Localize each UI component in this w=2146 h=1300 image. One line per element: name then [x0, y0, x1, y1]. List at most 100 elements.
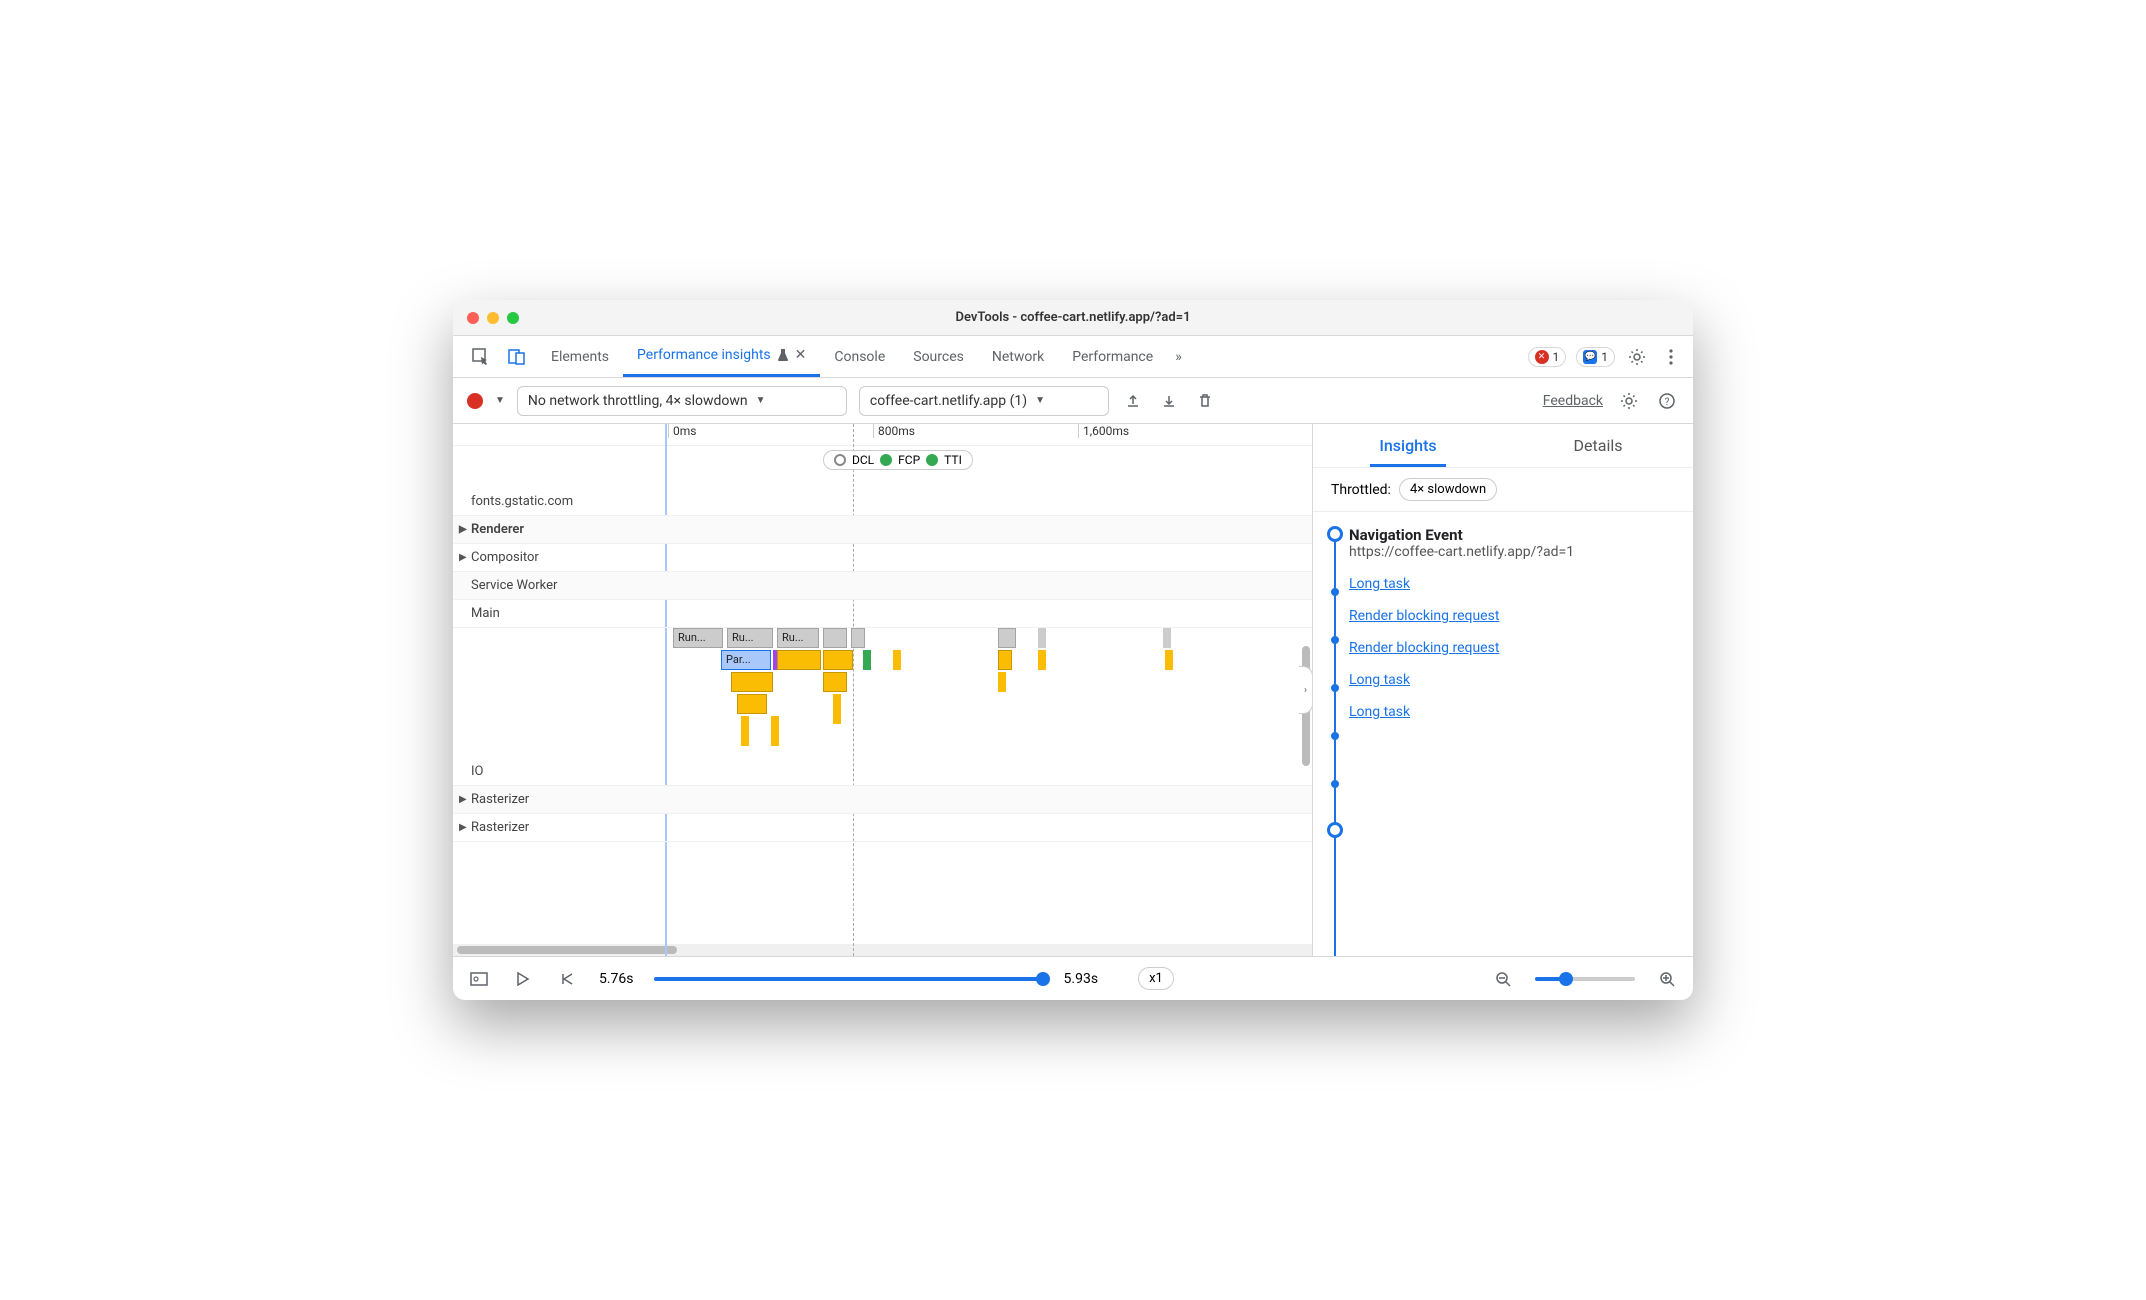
horizontal-scrollbar[interactable]: [453, 944, 1312, 956]
throttled-label: Throttled:: [1331, 482, 1391, 498]
time-end: 5.93s: [1064, 971, 1099, 987]
flame-segment[interactable]: [893, 650, 901, 670]
throttle-dropdown[interactable]: No network throttling, 4× slowdown ▼: [517, 386, 847, 416]
svg-text:?: ?: [1665, 397, 1670, 408]
insights-tabs: Insights Details: [1313, 424, 1693, 468]
inspect-icon[interactable]: [469, 345, 493, 369]
errors-badge[interactable]: ✕ 1: [1528, 347, 1567, 367]
tti-label: TTI: [944, 453, 962, 467]
flame-task[interactable]: [1163, 628, 1171, 648]
tracks: fonts.gstatic.com ▶Renderer ▶Compositor …: [453, 446, 1312, 944]
throttle-row: Throttled: 4× slowdown: [1313, 468, 1693, 512]
flame-task[interactable]: [823, 628, 847, 648]
error-icon: ✕: [1535, 350, 1549, 364]
help-icon[interactable]: ?: [1655, 389, 1679, 413]
flame-task[interactable]: [1038, 628, 1046, 648]
tti-marker-icon: [926, 454, 938, 466]
tabbar: Elements Performance insights ✕ Console …: [453, 336, 1693, 378]
maximize-window-icon[interactable]: [507, 312, 519, 324]
playback-slider[interactable]: [654, 977, 1044, 981]
flame-segment[interactable]: [741, 716, 749, 746]
download-icon[interactable]: [1157, 389, 1181, 413]
minimize-window-icon[interactable]: [487, 312, 499, 324]
zoom-slider[interactable]: [1535, 977, 1635, 981]
flame-task[interactable]: [851, 628, 865, 648]
tab-label: Performance insights: [637, 347, 771, 363]
upload-icon[interactable]: [1121, 389, 1145, 413]
flame-task[interactable]: Ru...: [727, 628, 773, 648]
throttle-value: No network throttling, 4× slowdown: [528, 393, 748, 409]
tab-console[interactable]: Console: [820, 336, 899, 377]
insight-link[interactable]: Long task: [1349, 704, 1677, 720]
errors-count: 1: [1553, 350, 1560, 364]
close-tab-icon[interactable]: ✕: [795, 347, 807, 363]
ruler-tick-0: 0ms: [668, 424, 696, 438]
insights-body: Navigation Event https://coffee-cart.net…: [1313, 512, 1693, 956]
flame-parse[interactable]: Par...: [721, 650, 771, 670]
speed-pill[interactable]: x1: [1138, 967, 1174, 990]
tab-insights[interactable]: Insights: [1313, 424, 1503, 467]
tab-performance-insights[interactable]: Performance insights ✕: [623, 336, 820, 377]
tab-elements[interactable]: Elements: [537, 336, 623, 377]
feedback-link[interactable]: Feedback: [1543, 393, 1603, 409]
ruler-tick-2: 1,600ms: [1078, 424, 1129, 438]
window-title: DevTools - coffee-cart.netlify.app/?ad=1: [955, 310, 1190, 325]
screenshot-toggle-icon[interactable]: [467, 967, 491, 991]
titlebar: DevTools - coffee-cart.netlify.app/?ad=1: [453, 300, 1693, 336]
ruler-tick-1: 800ms: [873, 424, 915, 438]
rewind-icon[interactable]: [555, 967, 579, 991]
close-window-icon[interactable]: [467, 312, 479, 324]
time-ruler[interactable]: 0ms 800ms 1,600ms: [453, 424, 1312, 446]
panel-gear-icon[interactable]: [1617, 389, 1641, 413]
insight-link[interactable]: Render blocking request: [1349, 608, 1677, 624]
footer: 5.76s 5.93s x1: [453, 956, 1693, 1000]
insight-link[interactable]: Long task: [1349, 672, 1677, 688]
zoom-in-icon[interactable]: [1655, 967, 1679, 991]
messages-badge[interactable]: 💬 1: [1576, 347, 1615, 367]
flame-segment[interactable]: [998, 650, 1012, 670]
marker-pills[interactable]: DCL FCP TTI: [823, 450, 973, 470]
nav-event-title: Navigation Event: [1349, 526, 1677, 544]
flame-task[interactable]: Run...: [673, 628, 723, 648]
zoom-out-icon[interactable]: [1491, 967, 1515, 991]
flame-segment[interactable]: [863, 650, 871, 670]
insights-timeline-axis: [1327, 526, 1343, 956]
target-value: coffee-cart.netlify.app (1): [870, 393, 1027, 409]
tab-overflow[interactable]: »: [1167, 336, 1190, 377]
dcl-marker-icon: [834, 454, 846, 466]
record-button[interactable]: [467, 393, 483, 409]
device-toggle-icon[interactable]: [505, 345, 529, 369]
insight-link[interactable]: Long task: [1349, 576, 1677, 592]
chevron-down-icon: ▼: [1035, 395, 1045, 406]
flame-segment[interactable]: [1038, 650, 1046, 670]
flame-segment[interactable]: [777, 650, 821, 670]
toolbar-right: Feedback ?: [1543, 389, 1679, 413]
trash-icon[interactable]: [1193, 389, 1217, 413]
nav-event-url: https://coffee-cart.netlify.app/?ad=1: [1349, 544, 1677, 560]
flame-segment[interactable]: [737, 694, 767, 714]
insight-link[interactable]: Render blocking request: [1349, 640, 1677, 656]
flame-task[interactable]: [998, 628, 1016, 648]
settings-gear-icon[interactable]: [1625, 345, 1649, 369]
flame-segment[interactable]: [823, 650, 853, 670]
expand-panel-icon[interactable]: ›: [1299, 666, 1313, 714]
record-options-icon[interactable]: ▼: [495, 395, 505, 406]
flame-segment[interactable]: [833, 694, 841, 724]
insights-pane: Insights Details Throttled: 4× slowdown: [1313, 424, 1693, 956]
flame-segment[interactable]: [1165, 650, 1173, 670]
throttled-pill[interactable]: 4× slowdown: [1399, 478, 1497, 501]
tab-sources[interactable]: Sources: [899, 336, 978, 377]
play-icon[interactable]: [511, 967, 535, 991]
flame-segment[interactable]: [823, 672, 847, 692]
kebab-menu-icon[interactable]: [1659, 345, 1683, 369]
target-dropdown[interactable]: coffee-cart.netlify.app (1) ▼: [859, 386, 1109, 416]
flame-segment[interactable]: [998, 672, 1006, 692]
flame-area[interactable]: Run... Ru... Ru... Par...: [663, 468, 1312, 944]
flame-task[interactable]: Ru...: [777, 628, 819, 648]
flame-segment[interactable]: [771, 716, 779, 746]
tab-network[interactable]: Network: [978, 336, 1058, 377]
tabbar-left: [461, 336, 537, 377]
flame-segment[interactable]: [731, 672, 773, 692]
tab-details[interactable]: Details: [1503, 424, 1693, 467]
tab-performance[interactable]: Performance: [1058, 336, 1167, 377]
